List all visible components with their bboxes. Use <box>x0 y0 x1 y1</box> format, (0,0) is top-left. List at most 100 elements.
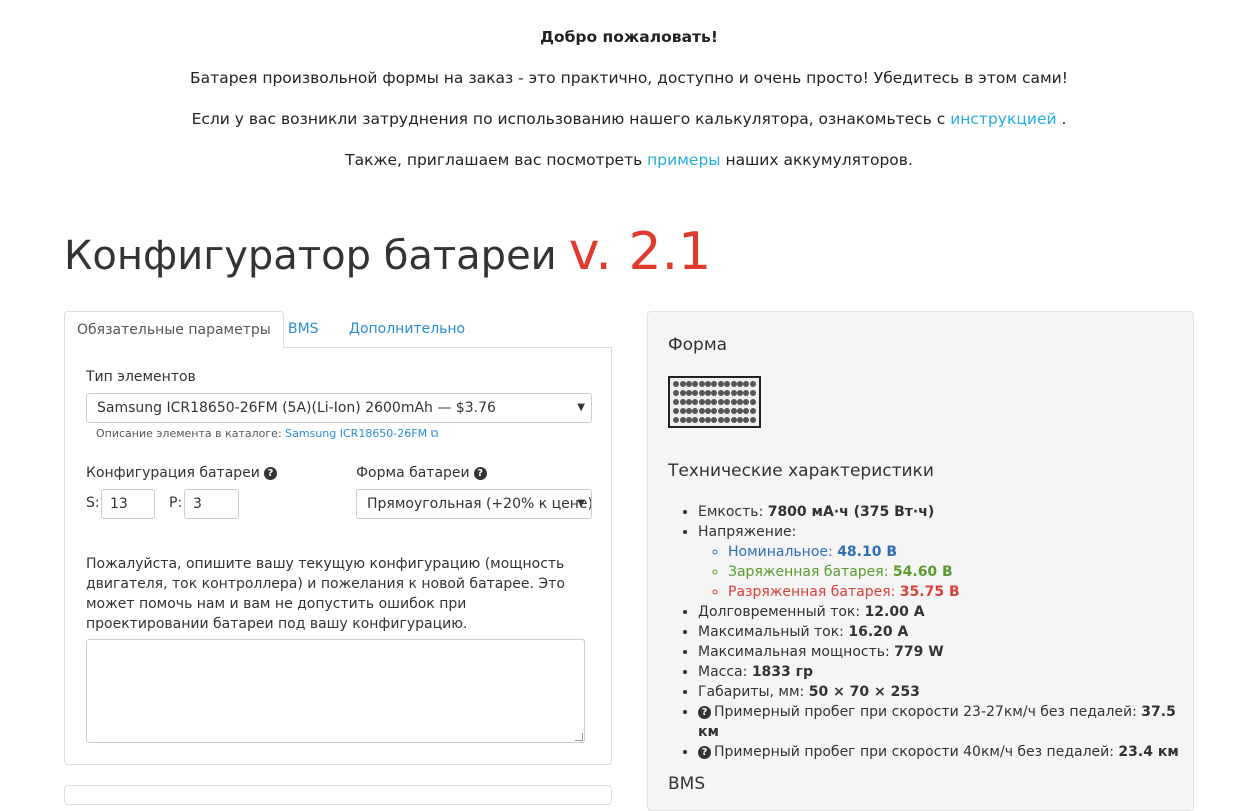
battery-cell <box>743 390 750 397</box>
instructions-text: Если у вас возникли затруднения по испол… <box>0 110 1248 128</box>
tab-additional[interactable]: Дополнительно <box>337 311 477 348</box>
spec-label: Номинальное: <box>728 544 838 560</box>
battery-cell <box>749 381 756 388</box>
battery-cell <box>685 381 692 388</box>
shape-value: Прямоугольная (+20% к цене) <box>367 496 592 512</box>
battery-cell <box>730 398 737 405</box>
resize-handle-icon[interactable] <box>575 733 583 741</box>
instructions-suffix: . <box>1056 110 1067 128</box>
spec-label: Долговременный ток: <box>698 604 865 620</box>
battery-cell <box>673 398 680 405</box>
battery-cell <box>717 407 724 414</box>
examples-link[interactable]: примеры <box>647 151 720 169</box>
p-label: P: <box>169 495 183 511</box>
spec-dimensions: Габариты, мм: 50 × 70 × 253 <box>698 682 1193 702</box>
battery-cell <box>743 407 750 414</box>
battery-cell <box>730 381 737 388</box>
specs-heading: Технические характеристики <box>668 461 934 481</box>
comment-textarea[interactable] <box>86 639 585 743</box>
battery-cell <box>730 390 737 397</box>
battery-cell <box>717 416 724 423</box>
spec-label: Заряженная батарея: <box>728 564 893 580</box>
help-icon[interactable]: ? <box>263 467 277 480</box>
battery-cell <box>679 398 686 405</box>
battery-cell <box>679 381 686 388</box>
battery-cell <box>724 381 731 388</box>
help-icon[interactable]: ? <box>698 746 711 759</box>
instructions-link[interactable]: инструкцией <box>950 110 1056 128</box>
cell-type-select[interactable]: Samsung ICR18650-26FM (5A)(Li-Ion) 2600m… <box>86 393 592 423</box>
battery-cell <box>705 390 712 397</box>
config-label: Конфигурация батареи? <box>86 465 277 481</box>
spec-continuous-current: Долговременный ток: 12.00 А <box>698 602 1193 622</box>
spec-nominal-voltage: Номинальное: 48.10 В <box>728 542 1193 562</box>
spec-label: Габариты, мм: <box>698 684 809 700</box>
battery-cell <box>749 390 756 397</box>
spec-max-current: Максимальный ток: 16.20 А <box>698 622 1193 642</box>
required-params-pane: Тип элементов Samsung ICR18650-26FM (5A)… <box>64 347 612 765</box>
spec-label: Максимальная мощность: <box>698 644 895 660</box>
battery-cell <box>730 407 737 414</box>
intro-text: Батарея произвольной формы на заказ - эт… <box>190 69 1068 87</box>
battery-cell <box>692 390 699 397</box>
battery-cell <box>717 381 724 388</box>
catalog-link[interactable]: Samsung ICR18650-26FM <box>285 427 427 440</box>
catalog-prefix: Описание элемента в каталоге: <box>96 427 286 440</box>
battery-cell <box>698 381 705 388</box>
spec-value: 16.20 А <box>848 624 909 640</box>
instructions-prefix: Если у вас возникли затруднения по испол… <box>191 110 951 128</box>
battery-cell <box>698 416 705 423</box>
comment-help-text: Пожалуйста, опишите вашу текущую конфигу… <box>86 556 565 632</box>
battery-cell <box>711 390 718 397</box>
summary-panel: Форма Технические характеристики Емкость… <box>647 311 1194 811</box>
battery-cell <box>737 381 744 388</box>
battery-shape-diagram <box>668 376 761 428</box>
battery-cell <box>724 416 731 423</box>
shape-label-text: Форма батареи <box>356 465 470 481</box>
help-icon[interactable]: ? <box>698 706 711 719</box>
series-count-input[interactable]: 13 <box>101 489 155 519</box>
battery-cell <box>705 381 712 388</box>
battery-cell <box>705 407 712 414</box>
battery-cell <box>698 390 705 397</box>
spec-label: Разряженная батарея: <box>728 584 900 600</box>
spec-value: 50 × 70 × 253 <box>808 684 920 700</box>
catalog-description: Описание элемента в каталоге: Samsung IC… <box>96 427 438 441</box>
battery-cell <box>705 398 712 405</box>
battery-cell <box>673 381 680 388</box>
parallel-count-input[interactable]: 3 <box>184 489 239 519</box>
spec-label: Масса: <box>698 664 752 680</box>
spec-mass: Масса: 1833 гр <box>698 662 1193 682</box>
help-icon[interactable]: ? <box>473 467 487 480</box>
spec-capacity: Емкость: 7800 мА·ч (375 Вт·ч) <box>698 502 1193 522</box>
battery-cell <box>685 416 692 423</box>
battery-cell <box>737 390 744 397</box>
battery-cell <box>673 407 680 414</box>
tab-bms[interactable]: BMS <box>276 311 331 348</box>
battery-cell <box>743 381 750 388</box>
spec-value: 779 W <box>894 644 944 660</box>
cell-type-value: Samsung ICR18650-26FM (5A)(Li-Ion) 2600m… <box>97 400 496 416</box>
battery-cell <box>705 416 712 423</box>
battery-cell <box>724 390 731 397</box>
battery-cell <box>692 381 699 388</box>
shape-select[interactable]: Прямоугольная (+20% к цене) ▼ <box>356 489 592 519</box>
battery-cell <box>711 381 718 388</box>
page-title: Конфигуратор батареи v. 2.1 <box>64 222 711 282</box>
external-link-icon[interactable]: ⧉ <box>431 427 439 440</box>
tab-required-params[interactable]: Обязательные параметры <box>64 311 284 349</box>
spec-label: Емкость: <box>698 504 768 520</box>
chevron-down-icon: ▼ <box>577 498 585 509</box>
spec-range-fast: ?Примерный пробег при скорости 40км/ч бе… <box>698 742 1193 762</box>
battery-cell <box>685 390 692 397</box>
spec-label: Примерный пробег при скорости 40км/ч без… <box>714 744 1119 760</box>
page-title-text: Конфигуратор батареи <box>64 233 557 279</box>
spec-label: Максимальный ток: <box>698 624 849 640</box>
spec-range-slow: ?Примерный пробег при скорости 23-27км/ч… <box>698 702 1193 742</box>
battery-cell <box>737 398 744 405</box>
battery-cell <box>717 390 724 397</box>
battery-cell <box>724 398 731 405</box>
battery-cell <box>711 407 718 414</box>
battery-cell <box>711 416 718 423</box>
battery-cell <box>673 416 680 423</box>
